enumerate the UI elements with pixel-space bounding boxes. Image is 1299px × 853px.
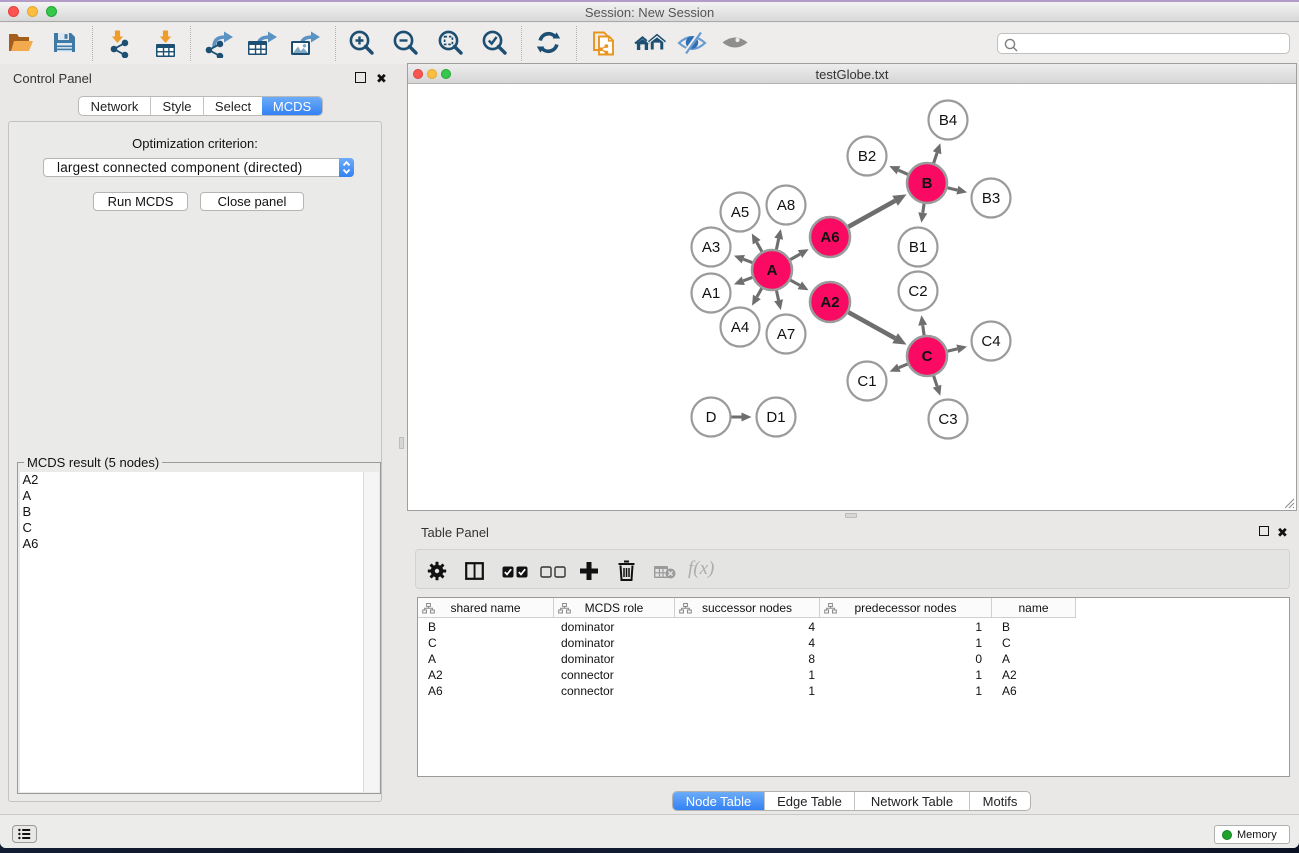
- svg-text:C4: C4: [981, 333, 1000, 350]
- svg-text:B1: B1: [909, 239, 927, 256]
- svg-text:B: B: [922, 175, 933, 192]
- svg-text:A1: A1: [702, 285, 720, 302]
- svg-text:A5: A5: [731, 204, 749, 221]
- svg-text:B3: B3: [982, 190, 1000, 207]
- svg-text:A: A: [767, 262, 778, 279]
- svg-text:A4: A4: [731, 319, 749, 336]
- svg-text:B2: B2: [858, 148, 876, 165]
- svg-text:D: D: [706, 409, 717, 426]
- svg-text:C: C: [922, 348, 933, 365]
- svg-text:C3: C3: [938, 411, 957, 428]
- svg-text:A8: A8: [777, 197, 795, 214]
- svg-text:A7: A7: [777, 326, 795, 343]
- svg-text:A2: A2: [820, 294, 839, 311]
- svg-text:C1: C1: [857, 373, 876, 390]
- svg-text:B4: B4: [939, 112, 957, 129]
- svg-text:A3: A3: [702, 239, 720, 256]
- svg-text:A6: A6: [820, 229, 839, 246]
- svg-text:C2: C2: [908, 283, 927, 300]
- svg-text:D1: D1: [766, 409, 785, 426]
